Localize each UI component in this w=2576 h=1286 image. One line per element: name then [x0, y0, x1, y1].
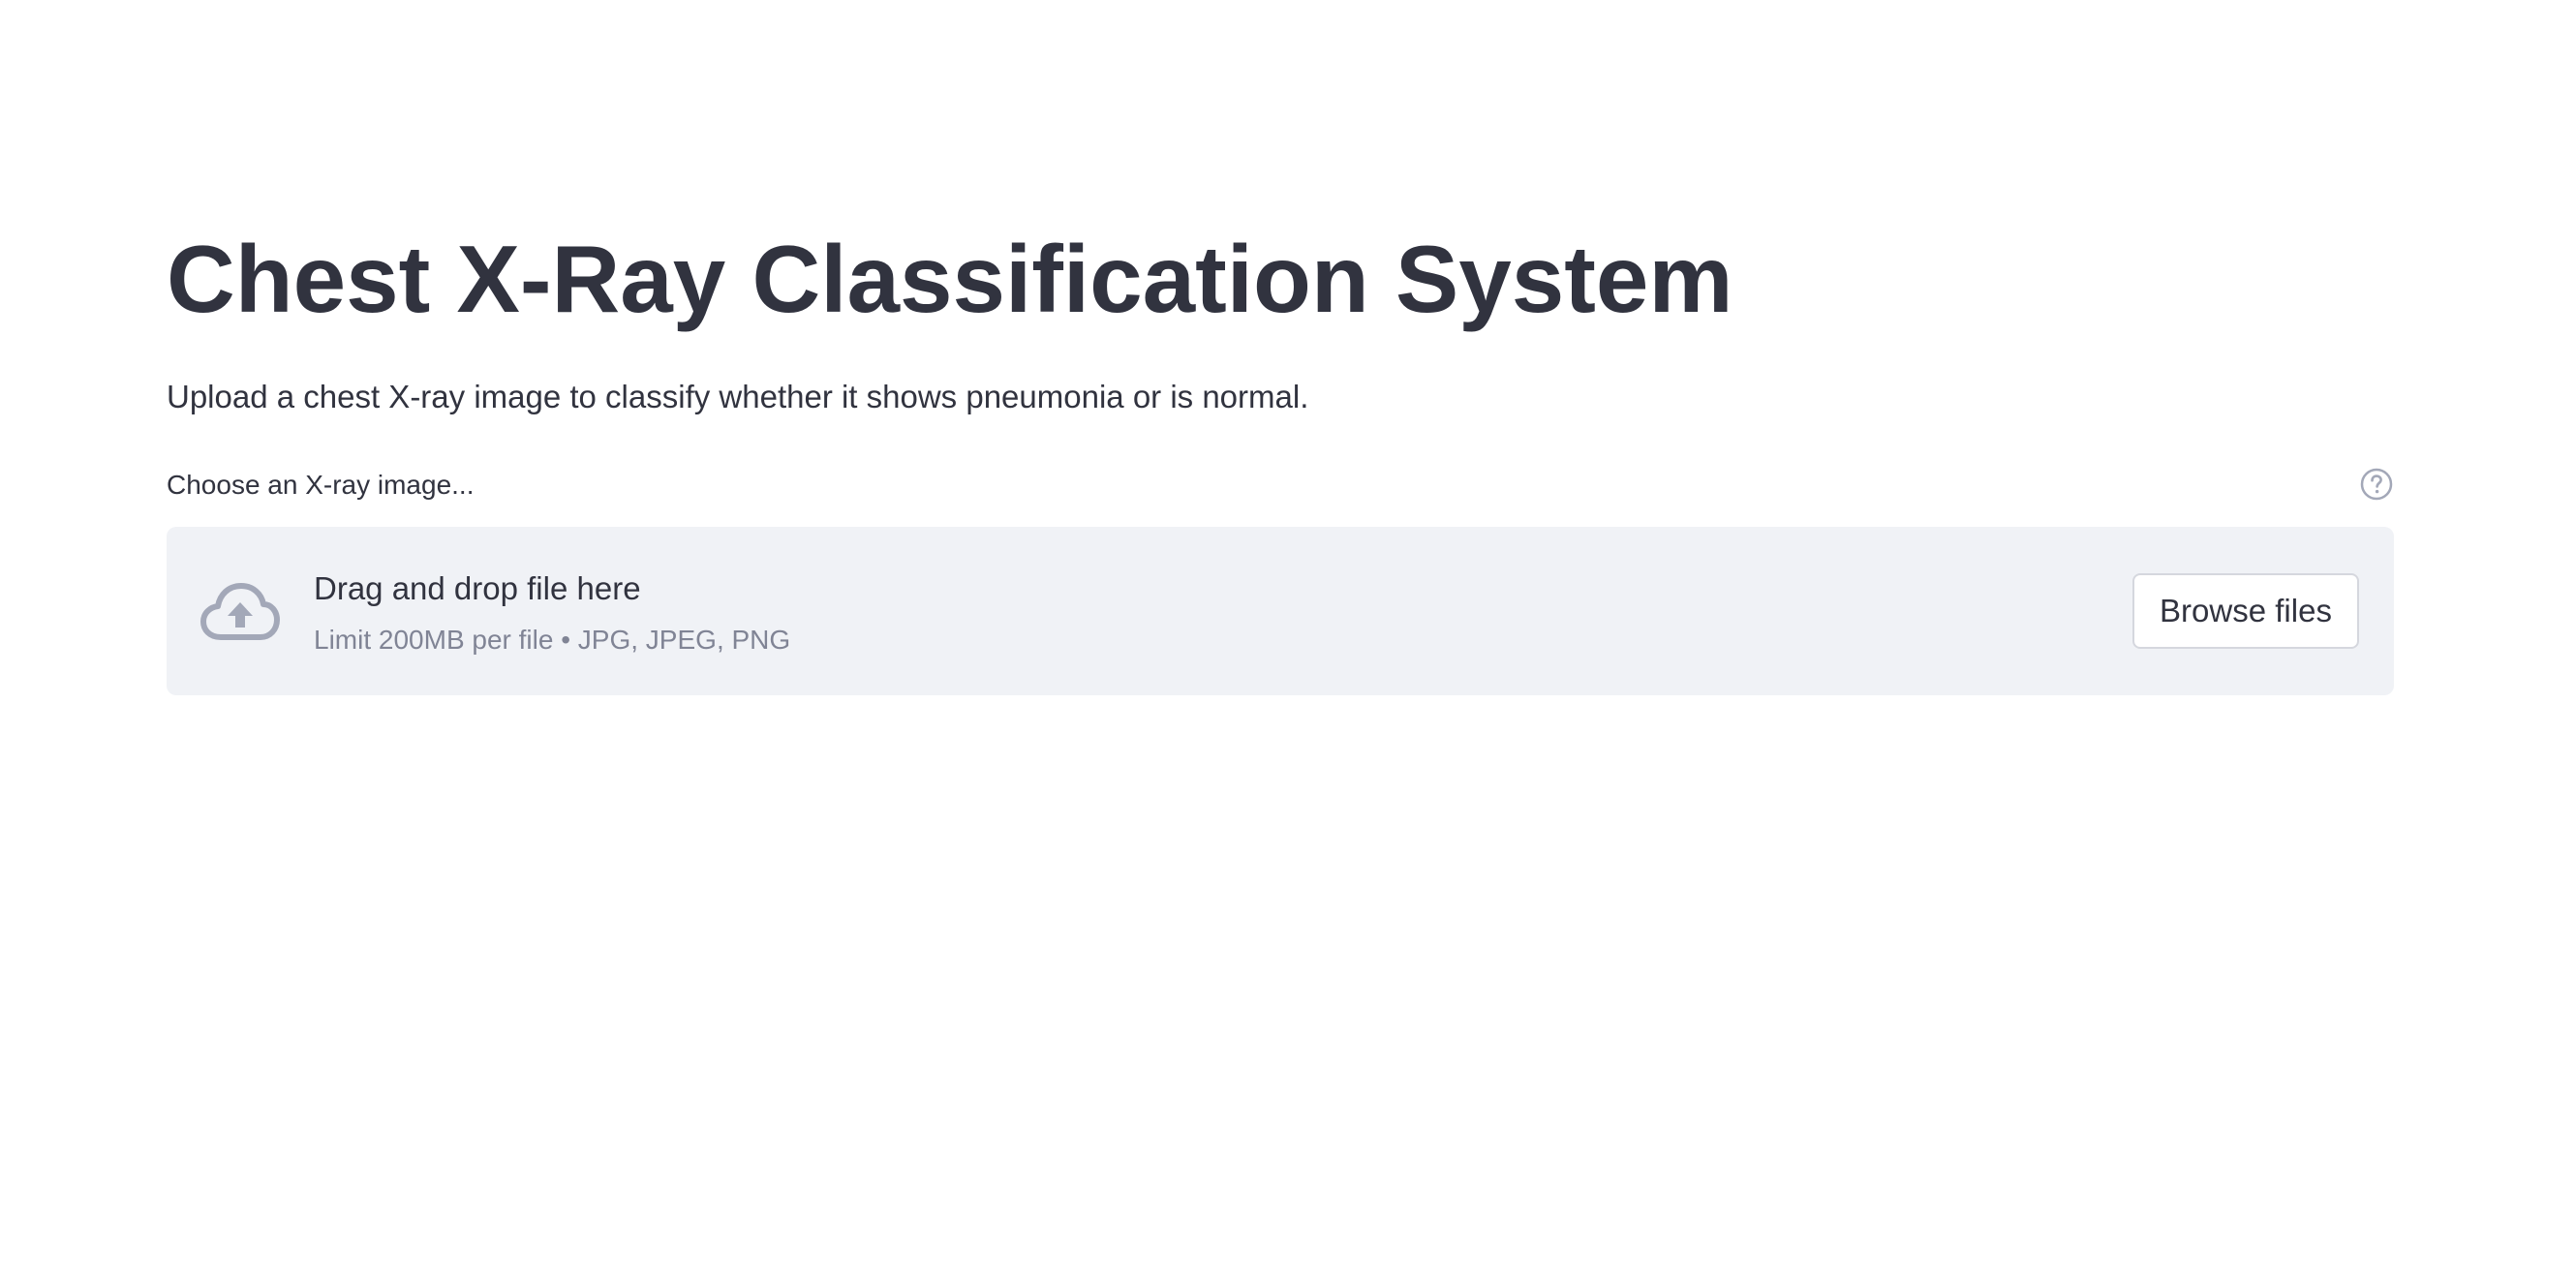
cloud-upload-icon [200, 583, 280, 640]
file-uploader-label: Choose an X-ray image... [167, 470, 475, 500]
browse-files-button[interactable]: Browse files [2132, 573, 2359, 649]
page-subtitle: Upload a chest X-ray image to classify w… [167, 379, 1309, 414]
question-circle-icon[interactable] [2359, 467, 2394, 502]
app-page: Chest X-Ray Classification System Upload… [0, 0, 2576, 1286]
file-dropzone[interactable]: Drag and drop file here Limit 200MB per … [167, 527, 2394, 695]
dropzone-file-limits: Limit 200MB per file • JPG, JPEG, PNG [314, 625, 791, 655]
page-title: Chest X-Ray Classification System [167, 226, 1733, 332]
dropzone-instructions: Drag and drop file here Limit 200MB per … [314, 567, 790, 658]
dropzone-primary-text: Drag and drop file here [314, 570, 641, 606]
